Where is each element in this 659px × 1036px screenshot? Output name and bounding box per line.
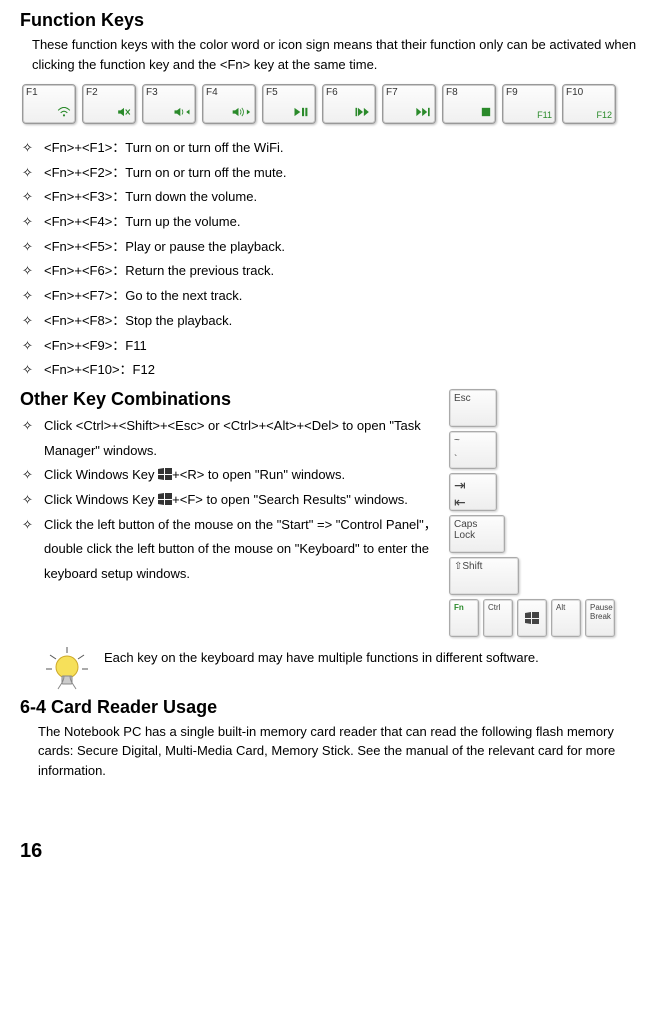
prev-track-icon [354,107,372,120]
play-pause-icon [292,107,312,120]
list-item: ✧<Fn>+<F5>：Play or pause the playback. [20,235,639,260]
windows-key-icon [158,493,172,505]
list-item: ✧<Fn>+<F4>：Turn up the volume. [20,210,639,235]
key-f6-label: F6 [326,87,338,98]
next-track-icon [414,107,432,120]
diamond-bullet-icon: ✧ [20,358,44,383]
list-item: ✧<Fn>+<F8>：Stop the playback. [20,309,639,334]
key-f3-label: F3 [146,87,158,98]
section-title-function-keys: Function Keys [20,10,639,31]
list-item: ✧ Click Windows Key +<R> to open "Run" w… [20,463,437,488]
key-f2: F2 [82,84,136,124]
diamond-bullet-icon: ✧ [20,235,44,260]
key-fn: Fn [449,599,479,637]
mute-icon [116,107,132,120]
diamond-bullet-icon: ✧ [20,136,44,161]
keyboard-side-illustration: Esc ~` ⇥⇥ Caps Lock ⇧Shift Fn Ctrl Alt P… [449,389,639,637]
key-windows [517,599,547,637]
diamond-bullet-icon: ✧ [20,259,44,284]
diamond-bullet-icon: ✧ [20,513,44,538]
page-number: 16 [20,840,639,863]
fn-key-list: ✧<Fn>+<F1>：Turn on or turn off the WiFi.… [20,136,639,383]
key-f10-label: F10 [566,87,583,98]
list-item: ✧<Fn>+<F1>：Turn on or turn off the WiFi. [20,136,639,161]
note-text: Each key on the keyboard may have multip… [104,645,539,669]
key-f6: F6 [322,84,376,124]
diamond-bullet-icon: ✧ [20,210,44,235]
key-f1-label: F1 [26,87,38,98]
list-item: ✧ Click Windows Key +<F> to open "Search… [20,488,437,513]
card-reader-body: The Notebook PC has a single built-in me… [38,722,639,781]
key-tab: ⇥⇥ [449,473,497,511]
list-item: ✧<Fn>+<F3>：Turn down the volume. [20,185,639,210]
key-ctrl: Ctrl [483,599,513,637]
key-f7-label: F7 [386,87,398,98]
key-f10: F10 F12 [562,84,616,124]
stop-icon [480,107,492,120]
key-f9-label: F9 [506,87,518,98]
windows-key-icon [158,468,172,480]
key-f9-sublabel: F11 [537,110,552,120]
diamond-bullet-icon: ✧ [20,488,44,513]
key-capslock: Caps Lock [449,515,505,553]
list-item: ✧<Fn>+<F7>：Go to the next track. [20,284,639,309]
key-f5-label: F5 [266,87,278,98]
key-f4-label: F4 [206,87,218,98]
key-f4: F4 [202,84,256,124]
list-item: ✧<Fn>+<F6>：Return the previous track. [20,259,639,284]
section-title-other-key-combinations: Other Key Combinations [20,389,437,410]
function-key-row-illustration: F1 F2 F3 F4 F5 [20,82,639,126]
diamond-bullet-icon: ✧ [20,284,44,309]
other-key-list: ✧ Click <Ctrl>+<Shift>+<Esc> or <Ctrl>+<… [20,414,437,587]
key-f8-label: F8 [446,87,458,98]
key-f9: F9 F11 [502,84,556,124]
key-f10-sublabel: F12 [596,110,612,120]
lightbulb-icon [44,645,90,691]
list-item: ✧<Fn>+<F9>：F11 [20,334,639,359]
list-item: ✧<Fn>+<F10>：F12 [20,358,639,383]
diamond-bullet-icon: ✧ [20,334,44,359]
function-keys-intro: These function keys with the color word … [32,35,639,74]
diamond-bullet-icon: ✧ [20,309,44,334]
key-pause-break: Pause Break [585,599,615,637]
volume-up-icon [230,107,252,120]
diamond-bullet-icon: ✧ [20,414,44,439]
diamond-bullet-icon: ✧ [20,463,44,488]
section-title-card-reader: 6-4 Card Reader Usage [20,697,639,718]
list-item: ✧ Click <Ctrl>+<Shift>+<Esc> or <Ctrl>+<… [20,414,437,463]
key-tilde: ~` [449,431,497,469]
key-f3: F3 [142,84,196,124]
key-f1: F1 [22,84,76,124]
key-alt: Alt [551,599,581,637]
key-shift: ⇧Shift [449,557,519,595]
note-block: Each key on the keyboard may have multip… [44,645,639,691]
list-item: ✧<Fn>+<F2>：Turn on or turn off the mute. [20,161,639,186]
list-item: ✧ Click the left button of the mouse on … [20,513,437,587]
key-f5: F5 [262,84,316,124]
key-f8: F8 [442,84,496,124]
key-esc: Esc [449,389,497,427]
volume-down-icon [172,107,192,120]
diamond-bullet-icon: ✧ [20,161,44,186]
diamond-bullet-icon: ✧ [20,185,44,210]
key-f2-label: F2 [86,87,98,98]
key-f7: F7 [382,84,436,124]
wifi-icon [56,107,72,120]
